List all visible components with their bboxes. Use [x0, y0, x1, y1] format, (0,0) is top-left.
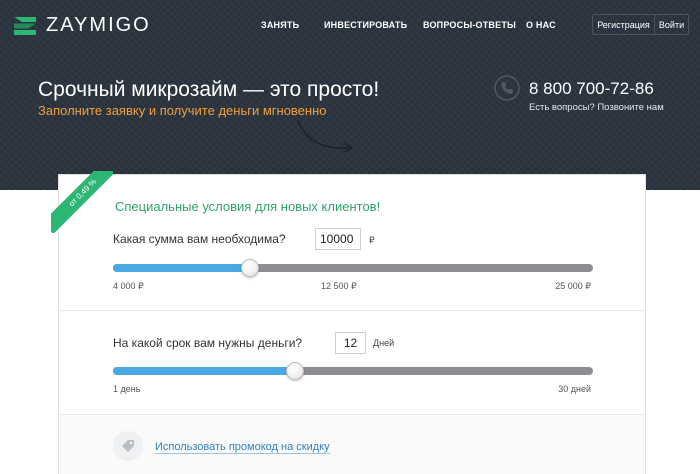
logo[interactable]: ZAYMIGO	[14, 14, 151, 37]
hero-title: Срочный микрозайм — это просто!	[38, 78, 380, 101]
amount-input[interactable]	[315, 228, 361, 250]
register-button[interactable]: Регистрация	[593, 15, 655, 34]
zaymigo-logo-icon	[14, 16, 36, 35]
hero-banner: ZAYMIGO ЗАНЯТЬ ИНВЕСТИРОВАТЬ ВОПРОСЫ-ОТВ…	[0, 0, 700, 190]
nav-about[interactable]: О НАС	[526, 20, 556, 30]
phone-icon	[494, 75, 520, 101]
amount-max-label: 25 000 ₽	[555, 281, 591, 291]
amount-currency: ₽	[369, 235, 375, 245]
nav-invest[interactable]: ИНВЕСТИРОВАТЬ	[324, 20, 407, 30]
amount-section: Специальные условия для новых клиентов! …	[59, 175, 645, 311]
login-button[interactable]: Войти	[655, 15, 688, 34]
amount-slider-fill	[113, 264, 251, 272]
hero-subtitle: Заполните заявку и получите деньги мгнов…	[38, 103, 327, 118]
auth-buttons: Регистрация Войти	[592, 14, 689, 35]
phone-number[interactable]: 8 800 700-72-86	[529, 79, 654, 99]
term-label: На какой срок вам нужны деньги?	[113, 336, 303, 350]
brand-name: ZAYMIGO	[46, 14, 151, 36]
promo-section: Использовать промокод на скидку	[59, 415, 645, 474]
term-min-label: 1 день	[113, 384, 141, 394]
curved-arrow-icon	[297, 119, 354, 153]
amount-slider[interactable]	[113, 259, 593, 277]
rate-ribbon: от 0,49 %	[51, 171, 113, 233]
term-section: На какой срок вам нужны деньги? Дней 1 д…	[59, 311, 645, 415]
offer-title: Специальные условия для новых клиентов!	[115, 199, 381, 214]
tag-icon	[113, 431, 143, 461]
term-unit: Дней	[373, 338, 395, 348]
amount-mid-label: 12 500 ₽	[321, 281, 357, 291]
amount-min-label: 4 000 ₽	[113, 281, 144, 291]
rate-badge: от 0,49 %	[51, 171, 113, 233]
term-input[interactable]	[335, 332, 366, 354]
term-max-label: 30 дней	[558, 384, 591, 394]
term-slider-fill	[113, 367, 296, 375]
amount-slider-thumb[interactable]	[241, 259, 260, 277]
term-slider[interactable]	[113, 362, 593, 380]
phone-caption: Есть вопросы? Позвоните нам	[529, 102, 664, 113]
nav-faq[interactable]: ВОПРОСЫ-ОТВЕТЫ	[423, 20, 516, 30]
nav-borrow[interactable]: ЗАНЯТЬ	[261, 20, 299, 30]
promo-code-link[interactable]: Использовать промокод на скидку	[155, 441, 330, 454]
term-slider-thumb[interactable]	[286, 362, 305, 380]
loan-calculator-card: Специальные условия для новых клиентов! …	[51, 171, 646, 474]
amount-label: Какая сумма вам необходима?	[113, 232, 286, 246]
